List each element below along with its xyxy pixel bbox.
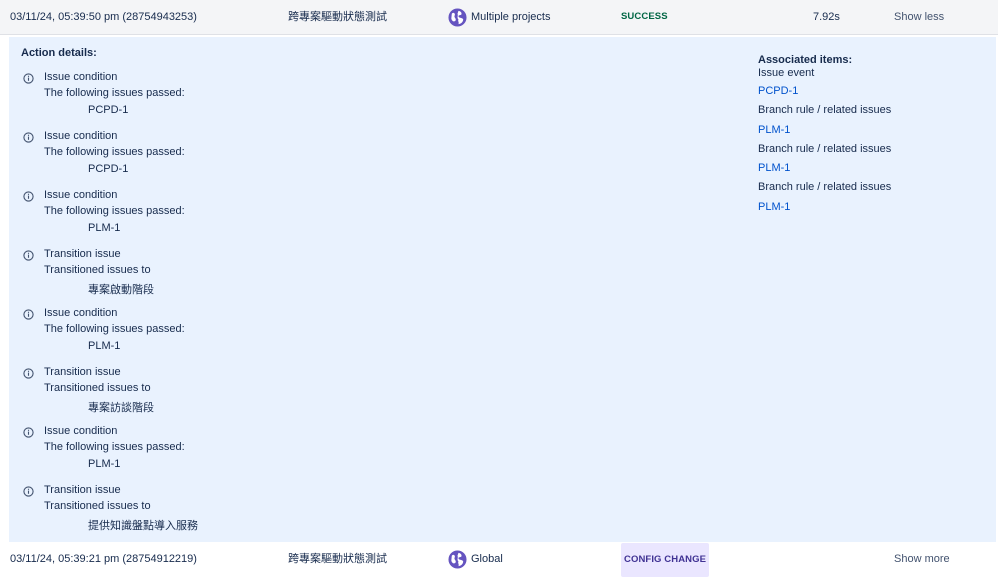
action-title: Transition issue [44,248,121,260]
row-duration: 7.92s [813,11,840,23]
row-datetime: 03/11/24, 05:39:50 pm (28754943253) [10,11,197,23]
action-details-heading: Action details: [21,47,97,59]
action-subtitle: The following issues passed: [44,146,185,158]
action-subtitle: Transitioned issues to [44,382,151,394]
info-icon [23,368,34,379]
assoc-issue-link[interactable]: PLM-1 [758,162,790,174]
action-subtitle: The following issues passed: [44,441,185,453]
status-badge: CONFIG CHANGE [621,543,710,577]
action-value: PLM-1 [88,458,121,470]
action-title: Transition issue [44,366,121,378]
action-value: PLM-1 [88,340,121,352]
globe-icon [448,7,467,27]
row-scope-label: Global [471,553,503,565]
info-icon [23,486,34,497]
action-title: Issue condition [44,130,118,142]
action-value: 專案啟動階段 [88,284,154,296]
associated-items-heading: Associated items: [758,54,853,66]
action-value: 專案訪談階段 [88,402,154,414]
assoc-label: Branch rule / related issues [758,181,892,193]
audit-log-row[interactable]: 03/11/24, 05:39:21 pm (28754912219) 跨專案驅… [0,543,998,577]
action-value: PLM-1 [88,222,121,234]
action-subtitle: The following issues passed: [44,205,185,217]
show-more-button[interactable]: Show more [894,543,950,575]
info-icon [23,73,34,84]
action-title: Transition issue [44,484,121,496]
audit-log-row-expanded[interactable]: 03/11/24, 05:39:50 pm (28754943253) 跨專案驅… [0,0,998,35]
action-title: Issue condition [44,189,118,201]
action-subtitle: The following issues passed: [44,87,185,99]
assoc-label: Branch rule / related issues [758,143,892,155]
row-scope: Multiple projects [448,0,550,34]
assoc-issue-link[interactable]: PCPD-1 [758,85,798,97]
globe-icon [448,549,467,569]
action-value: PCPD-1 [88,104,129,116]
info-icon [23,309,34,320]
info-icon [23,132,34,143]
action-title: Issue condition [44,71,118,83]
action-value: PCPD-1 [88,163,129,175]
status-badge: SUCCESS [621,11,668,22]
row-datetime: 03/11/24, 05:39:21 pm (28754912219) [10,553,197,565]
assoc-issue-link[interactable]: PLM-1 [758,201,790,213]
details-panel: Action details: Issue condition The foll… [9,35,996,542]
row-rule-name[interactable]: 跨專案驅動狀態測試 [288,543,387,575]
row-scope: Global [448,543,503,575]
action-value: 提供知識盤點導入服務 [88,520,198,532]
assoc-label: Issue event [758,67,815,79]
assoc-label: Branch rule / related issues [758,104,892,116]
row-scope-label: Multiple projects [471,11,551,23]
action-title: Issue condition [44,307,118,319]
assoc-issue-link[interactable]: PLM-1 [758,124,790,136]
action-subtitle: The following issues passed: [44,323,185,335]
show-less-button[interactable]: Show less [894,0,944,34]
action-subtitle: Transitioned issues to [44,264,151,276]
action-subtitle: Transitioned issues to [44,500,151,512]
info-icon [23,250,34,261]
info-icon [23,191,34,202]
info-icon [23,427,34,438]
action-title: Issue condition [44,425,118,437]
row-rule-name[interactable]: 跨專案驅動狀態測試 [288,0,387,34]
